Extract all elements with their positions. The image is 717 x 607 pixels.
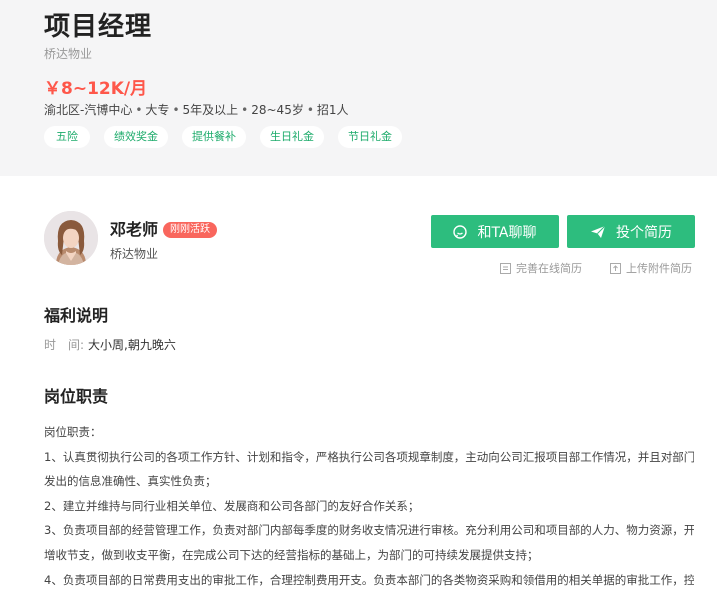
send-plane-icon (591, 225, 606, 238)
description-line: 3、负责项目部的经营管理工作，负责对部门内部每季度的财务收支情况进行审核。充分利… (44, 523, 694, 538)
description-line: 岗位职责： (44, 425, 102, 439)
job-meta: 渝北区-汽博中心 • 大专 • 5年及以上 • 28~45岁 • 招1人 (44, 101, 349, 118)
job-header: 项目经理 桥达物业 ￥8~12K/月 渝北区-汽博中心 • 大专 • 5年及以上 • 28~… (0, 0, 717, 176)
company-name[interactable]: 桥达物业 (44, 45, 92, 62)
recruiter-avatar (44, 211, 98, 265)
active-status-badge: 刚刚活跃 (163, 222, 217, 238)
description-line: 1、认真贯彻执行公司的各项工作方针、计划和指令，严格执行公司各项规章制度，主动向… (44, 449, 694, 464)
benefit-tag: 提供餐补 (182, 126, 246, 148)
apply-resume-button[interactable]: 投个简历 (567, 215, 695, 248)
job-education: 大专 (145, 103, 170, 117)
benefit-tag: 节日礼金 (338, 126, 402, 148)
description-line: 4、负责项目部的日常费用支出的审批工作，合理控制费用开支。负责本部门的各类物资采… (44, 572, 694, 587)
benefit-tags: 五险 绩效奖金 提供餐补 生日礼金 节日礼金 (44, 126, 402, 148)
duties-section-title: 岗位职责 (44, 387, 109, 406)
description-line: 2、建立并维持与同行业相关单位、发展商和公司各部门的友好合作关系； (44, 498, 420, 513)
meta-separator: • (306, 103, 314, 117)
recruiter-company: 桥达物业 (110, 247, 159, 261)
job-location: 渝北区-汽博中心 (44, 103, 133, 117)
meta-separator: • (241, 103, 249, 117)
description-line: 发出的信息准确性、真实性负责； (44, 474, 217, 489)
upload-icon (610, 262, 621, 274)
chat-button[interactable]: 和TA聊聊 (431, 215, 559, 248)
description-line: 增收节支，做到收支平衡，在完成公司下达的经营指标的基础上，为部门的可持续发展提供… (44, 547, 539, 562)
work-time-value: 大小周,朝九晚六 (88, 338, 176, 352)
job-experience: 5年及以上 (182, 103, 239, 117)
salary: ￥8~12K/月 (44, 79, 148, 99)
avatar-portrait-icon (44, 211, 98, 265)
job-description: 岗位职责： 1、认真贯彻执行公司的各项工作方针、计划和指令，严格执行公司各项规章… (44, 420, 694, 592)
meta-separator: • (172, 103, 180, 117)
online-resume-label: 完善在线简历 (516, 262, 582, 275)
resume-doc-icon (500, 262, 511, 274)
recruiter-name: 邓老师 (110, 220, 159, 239)
benefit-tag: 生日礼金 (260, 126, 324, 148)
work-time-label: 时 间: (44, 338, 85, 352)
benefit-tag: 五险 (44, 126, 90, 148)
upload-resume-label: 上传附件简历 (626, 262, 692, 275)
chat-button-label: 和TA聊聊 (477, 224, 537, 241)
complete-online-resume-link[interactable]: 完善在线简历 (500, 260, 582, 276)
upload-attachment-resume-link[interactable]: 上传附件简历 (610, 260, 692, 276)
work-time-line: 时 间: 大小周,朝九晚六 (44, 336, 176, 353)
apply-button-label: 投个简历 (616, 224, 672, 241)
benefit-tag: 绩效奖金 (104, 126, 168, 148)
job-headcount: 招1人 (316, 103, 349, 117)
welfare-section-title: 福利说明 (44, 306, 109, 325)
job-age: 28~45岁 (251, 103, 304, 117)
job-title: 项目经理 (44, 12, 153, 42)
meta-separator: • (135, 103, 143, 117)
chat-bubble-icon (453, 224, 468, 239)
